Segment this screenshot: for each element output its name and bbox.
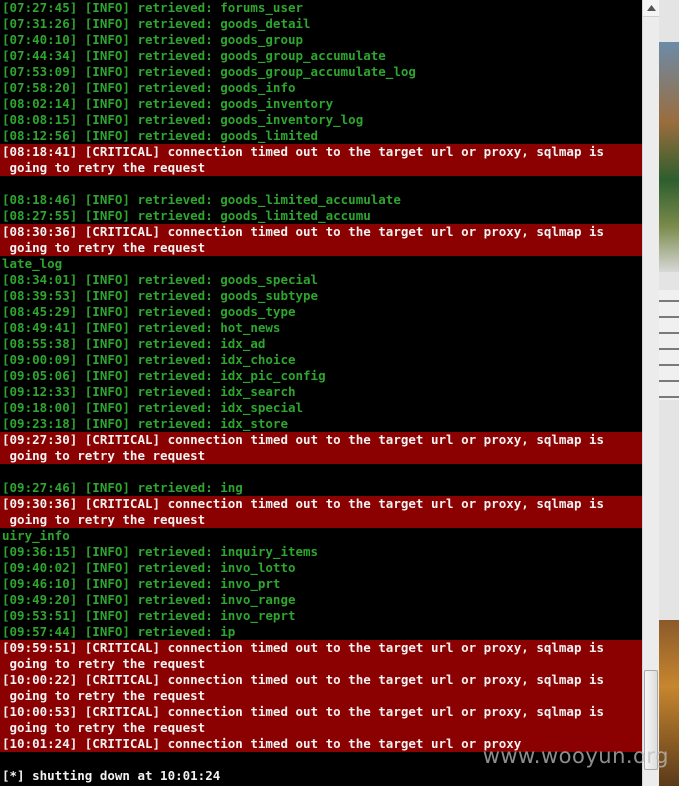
- info-log-line: late_log: [2, 256, 63, 271]
- info-log-line: [08:18:46] [INFO] retrieved: goods_limit…: [2, 192, 401, 207]
- critical-log-line: going to retry the request: [0, 720, 642, 736]
- info-log-line: uiry_info: [2, 528, 70, 543]
- info-log-line: [08:08:15] [INFO] retrieved: goods_inven…: [2, 112, 364, 127]
- watermark: www.wooyun.org: [482, 744, 669, 768]
- critical-log-line: going to retry the request: [0, 240, 642, 256]
- info-log-line: [09:18:00] [INFO] retrieved: idx_special: [2, 400, 304, 415]
- info-log-line: [09:12:33] [INFO] retrieved: idx_search: [2, 384, 296, 399]
- info-log-line: [08:55:38] [INFO] retrieved: idx_ad: [2, 336, 266, 351]
- critical-log-line: going to retry the request: [0, 512, 642, 528]
- info-log-line: [09:27:46] [INFO] retrieved: ing: [2, 480, 243, 495]
- info-log-line: [07:44:34] [INFO] retrieved: goods_group…: [2, 48, 386, 63]
- info-log-line: [09:05:06] [INFO] retrieved: idx_pic_con…: [2, 368, 326, 383]
- screen: [07:27:45] [INFO] retrieved: forums_user…: [0, 0, 679, 786]
- critical-log-line: [09:30:36] [CRITICAL] connection timed o…: [0, 496, 642, 512]
- info-log-line: [09:00:09] [INFO] retrieved: idx_choice: [2, 352, 296, 367]
- critical-log-line: going to retry the request: [0, 656, 642, 672]
- background-window-image: [659, 42, 679, 272]
- info-log-line: [08:45:29] [INFO] retrieved: goods_type: [2, 304, 296, 319]
- info-log-line: [09:23:18] [INFO] retrieved: idx_store: [2, 416, 288, 431]
- background-window-edge: [659, 0, 679, 786]
- info-log-line: [09:49:20] [INFO] retrieved: invo_range: [2, 592, 296, 607]
- info-log-line: [08:34:01] [INFO] retrieved: goods_speci…: [2, 272, 319, 287]
- info-log-line: [09:53:51] [INFO] retrieved: invo_reprt: [2, 608, 296, 623]
- info-log-line: [09:40:02] [INFO] retrieved: invo_lotto: [2, 560, 296, 575]
- critical-log-line: going to retry the request: [0, 688, 642, 704]
- vertical-scrollbar[interactable]: [642, 0, 659, 786]
- info-log-line: [08:39:53] [INFO] retrieved: goods_subty…: [2, 288, 319, 303]
- info-log-line: [08:49:41] [INFO] retrieved: hot_news: [2, 320, 281, 335]
- console-output: [07:27:45] [INFO] retrieved: forums_user…: [0, 0, 642, 786]
- info-log-line: [07:27:45] [INFO] retrieved: forums_user: [2, 0, 304, 15]
- critical-log-line: [10:00:22] [CRITICAL] connection timed o…: [0, 672, 642, 688]
- critical-log-line: [08:18:41] [CRITICAL] connection timed o…: [0, 144, 642, 160]
- info-log-line: [07:58:20] [INFO] retrieved: goods_info: [2, 80, 296, 95]
- info-log-line: [09:36:15] [INFO] retrieved: inquiry_ite…: [2, 544, 319, 559]
- critical-log-line: [10:00:53] [CRITICAL] connection timed o…: [0, 704, 642, 720]
- critical-log-line: [09:27:30] [CRITICAL] connection timed o…: [0, 432, 642, 448]
- critical-log-line: [09:59:51] [CRITICAL] connection timed o…: [0, 640, 642, 656]
- info-log-line: [08:02:14] [INFO] retrieved: goods_inven…: [2, 96, 334, 111]
- up-arrow-icon: [646, 5, 656, 11]
- info-log-line: [08:27:55] [INFO] retrieved: goods_limit…: [2, 208, 371, 223]
- info-log-line: [09:57:44] [INFO] retrieved: ip: [2, 624, 236, 639]
- status-line: [*] shutting down at 10:01:24: [2, 768, 221, 783]
- critical-log-line: going to retry the request: [0, 448, 642, 464]
- info-log-line: [07:31:26] [INFO] retrieved: goods_detai…: [2, 16, 311, 31]
- background-window-text: [659, 290, 679, 400]
- info-log-line: [07:40:10] [INFO] retrieved: goods_group: [2, 32, 304, 47]
- scroll-up-button[interactable]: [643, 0, 659, 17]
- info-log-line: [09:46:10] [INFO] retrieved: invo_prt: [2, 576, 281, 591]
- critical-log-line: going to retry the request: [0, 160, 642, 176]
- info-log-line: [07:53:09] [INFO] retrieved: goods_group…: [2, 64, 416, 79]
- critical-log-line: [08:30:36] [CRITICAL] connection timed o…: [0, 224, 642, 240]
- info-log-line: [08:12:56] [INFO] retrieved: goods_limit…: [2, 128, 319, 143]
